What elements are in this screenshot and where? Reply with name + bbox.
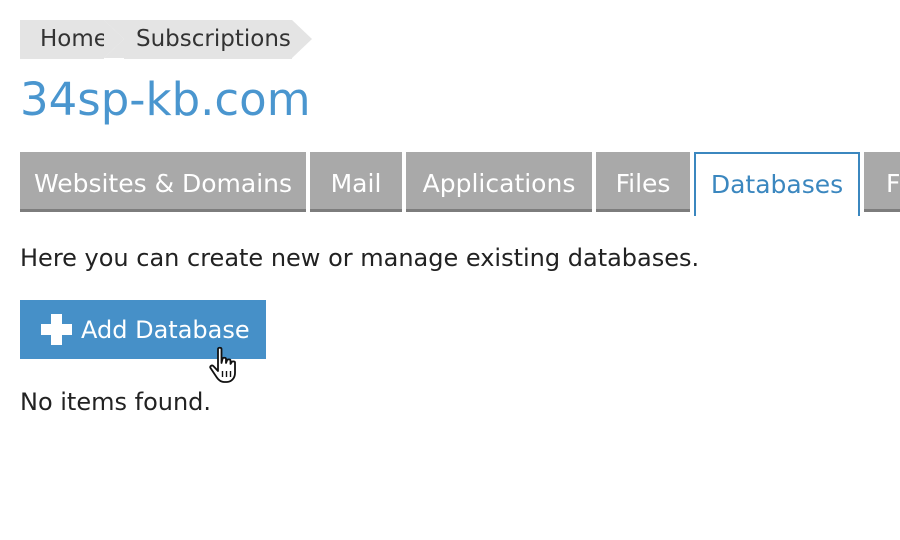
tab-applications[interactable]: Applications — [406, 152, 592, 212]
tab-databases[interactable]: Databases — [694, 152, 860, 216]
breadcrumb-subscriptions[interactable]: Subscriptions — [104, 20, 312, 59]
plus-icon — [41, 314, 72, 345]
page-title: 34sp-kb.com — [20, 73, 311, 126]
breadcrumb: Home Subscriptions — [20, 20, 312, 59]
tab-mail[interactable]: Mail — [310, 152, 402, 212]
tab-bar: Websites & Domains Mail Applications Fil… — [20, 152, 900, 216]
tab-partial[interactable]: F — [864, 152, 900, 212]
page-description: Here you can create new or manage existi… — [20, 244, 700, 272]
tab-websites-domains[interactable]: Websites & Domains — [20, 152, 306, 212]
empty-state-text: No items found. — [20, 388, 212, 416]
breadcrumb-home[interactable]: Home — [20, 20, 124, 59]
tab-files[interactable]: Files — [596, 152, 690, 212]
add-database-label: Add Database — [81, 315, 250, 344]
hand-pointer-cursor-icon — [209, 346, 236, 383]
